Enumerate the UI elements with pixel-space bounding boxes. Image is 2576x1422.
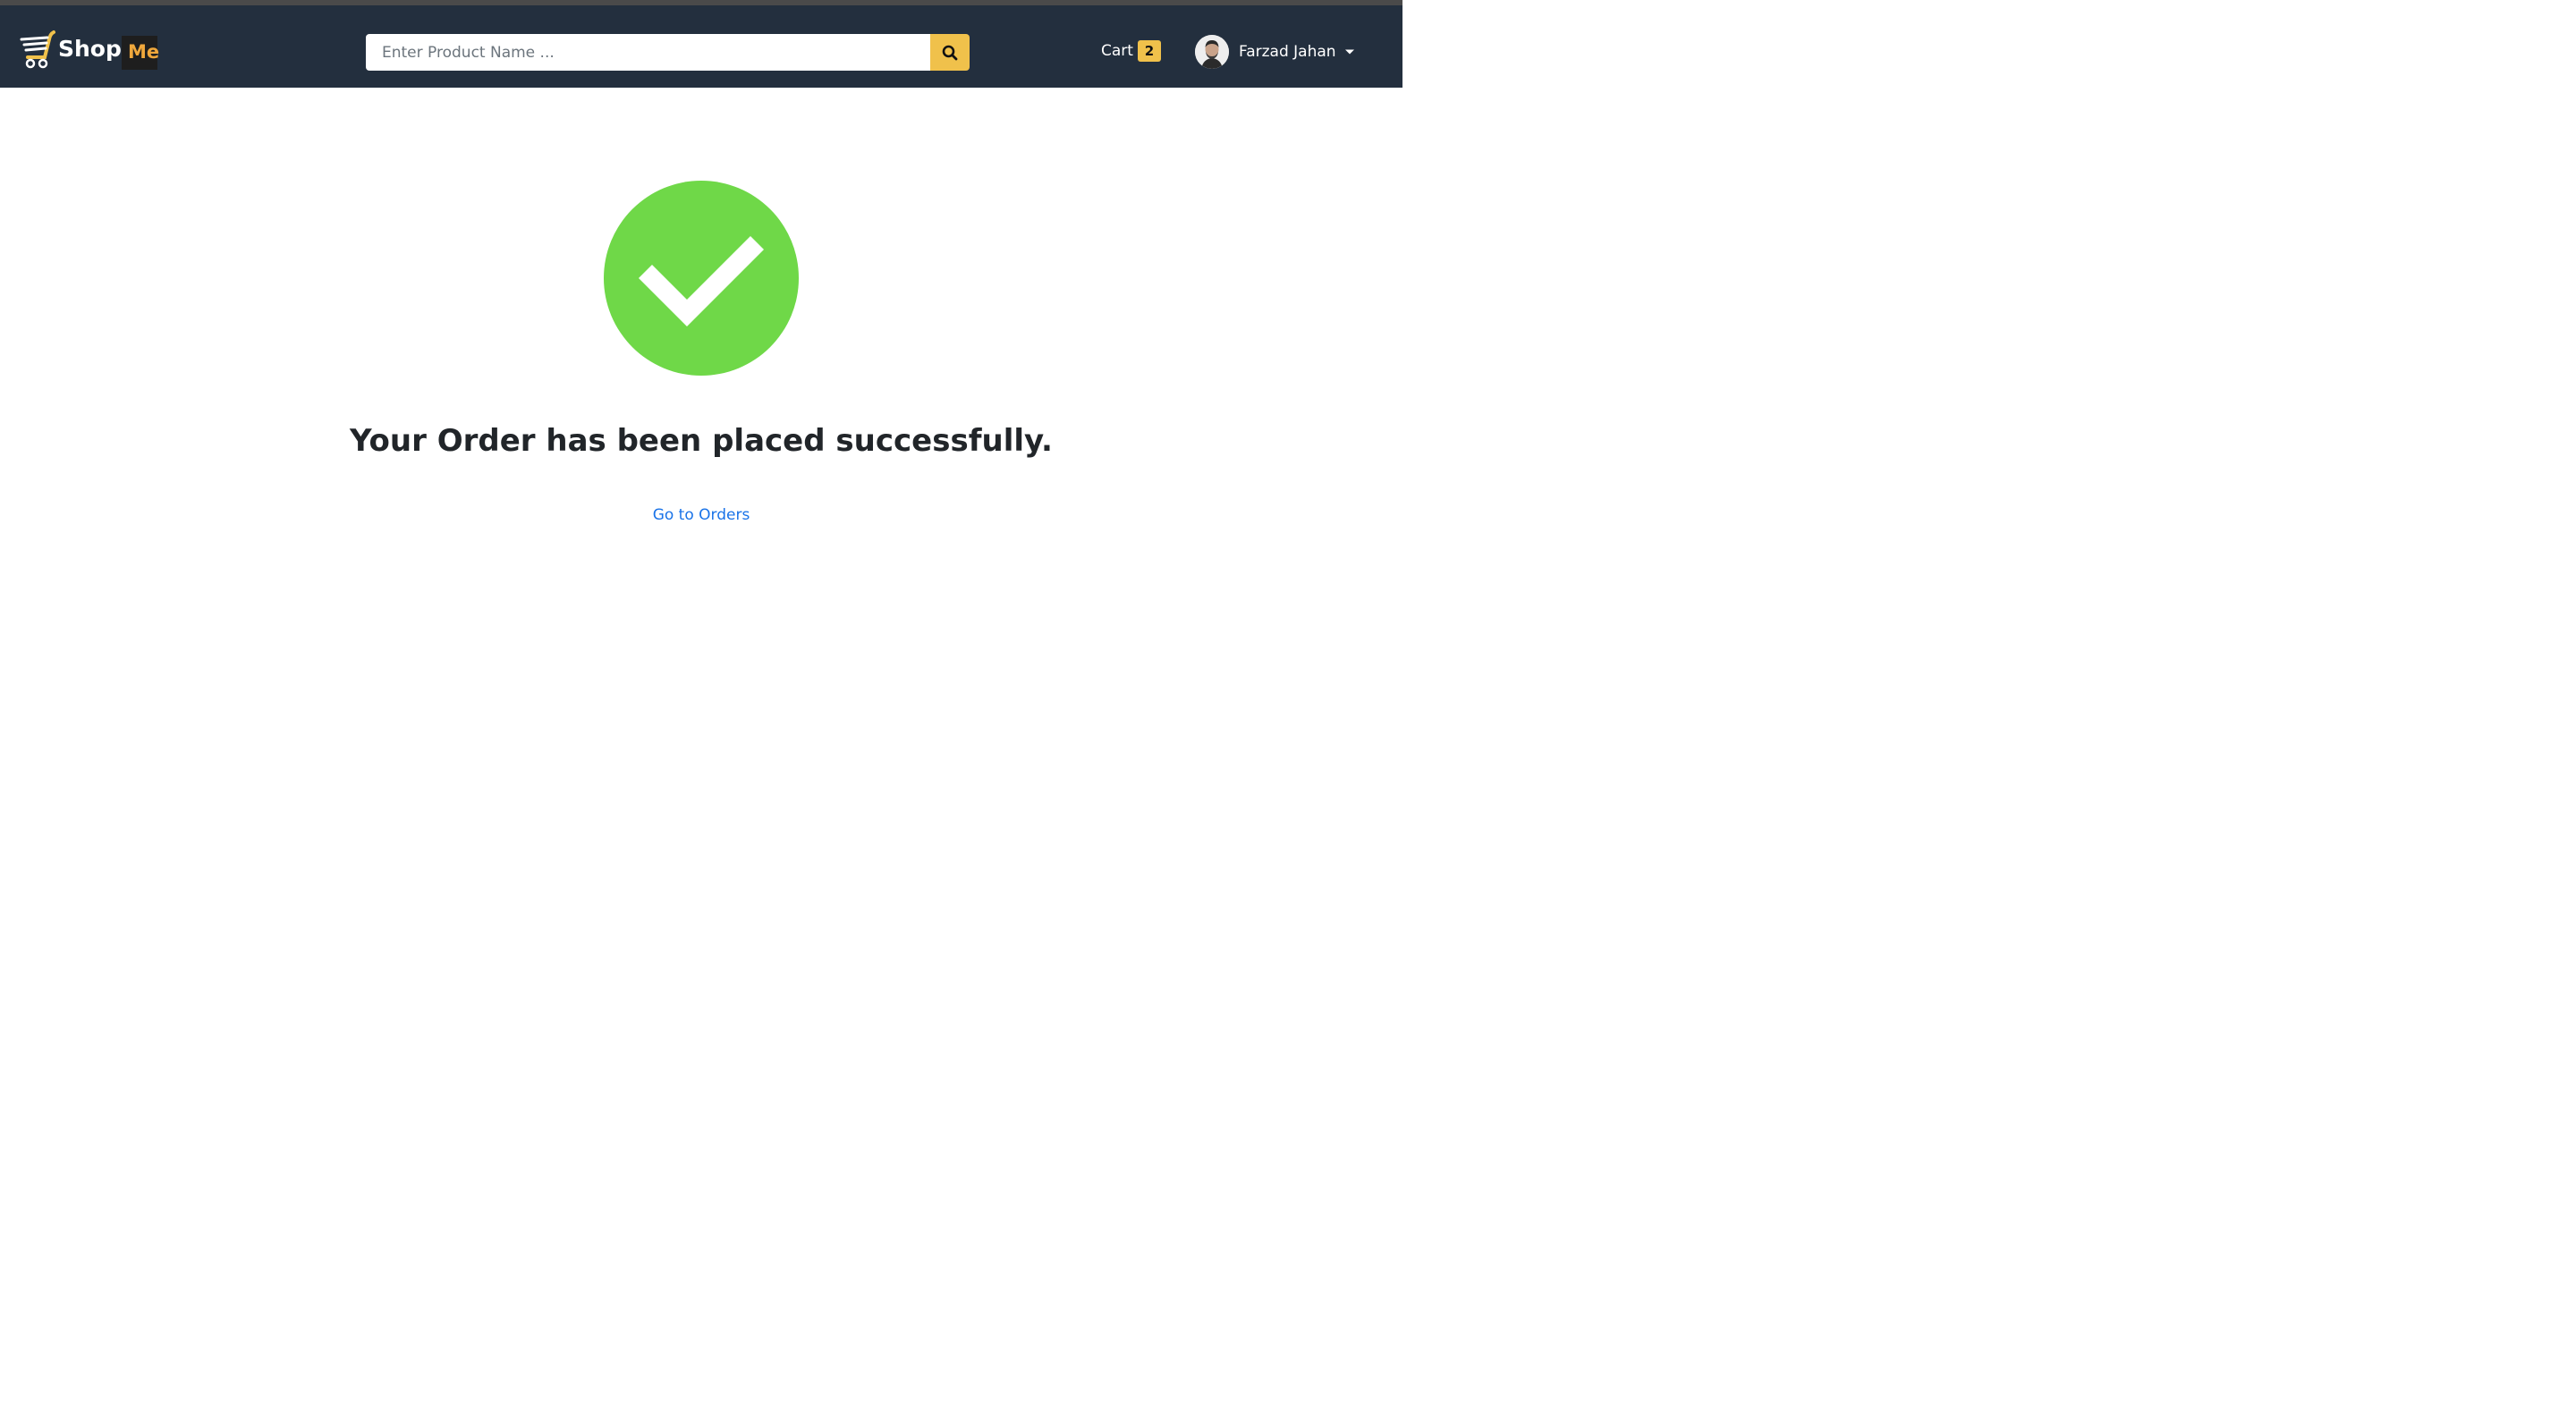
order-success-message: Your Order has been placed successfully.	[350, 423, 1053, 459]
user-avatar	[1195, 34, 1229, 69]
cart-count-badge: 2	[1137, 40, 1161, 62]
logo-text-shop: Shop	[58, 36, 122, 62]
search-input[interactable]	[366, 34, 931, 71]
navbar: Shop Me Cart 2 Farzad Jahan	[0, 5, 1402, 88]
user-menu-toggle[interactable]: Farzad Jahan	[1195, 34, 1355, 69]
cart-label: Cart	[1101, 42, 1133, 60]
go-to-orders-link[interactable]: Go to Orders	[522, 506, 880, 524]
caret-down-icon	[1344, 49, 1354, 54]
check-circle-icon	[604, 181, 799, 376]
cart-link[interactable]: Cart 2	[1101, 39, 1161, 63]
user-name: Farzad Jahan	[1239, 42, 1336, 61]
shopping-cart-icon	[20, 30, 55, 69]
logo-text-me: Me	[128, 41, 160, 63]
shop-logo[interactable]: Shop Me	[20, 29, 159, 72]
search-button[interactable]	[930, 34, 970, 71]
search-icon	[942, 45, 958, 60]
